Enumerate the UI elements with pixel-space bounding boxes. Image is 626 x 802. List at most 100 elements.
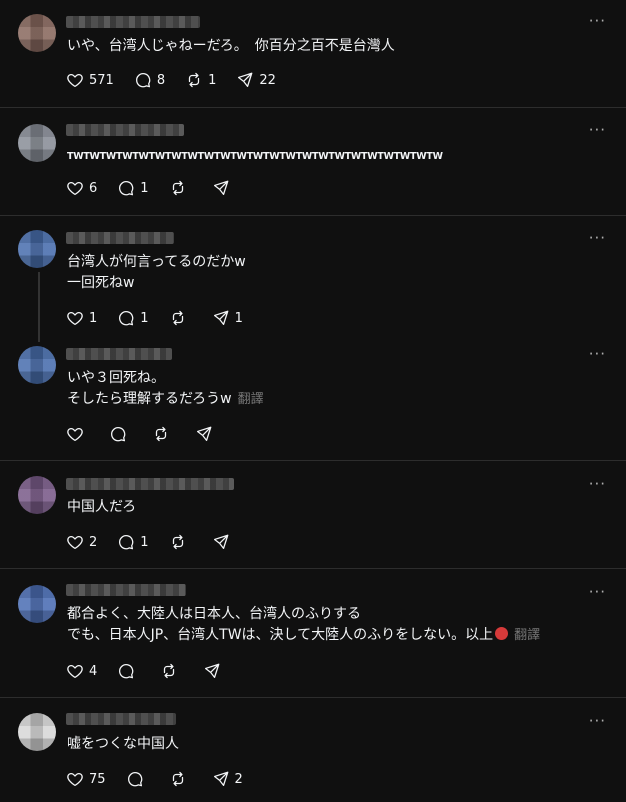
comment-button[interactable] xyxy=(109,425,132,443)
repost-button[interactable] xyxy=(160,662,183,680)
share-icon xyxy=(212,179,230,197)
repost-button[interactable]: 1 xyxy=(185,71,216,89)
username[interactable] xyxy=(66,232,174,244)
repost-icon xyxy=(169,770,187,788)
post-line: そしたら理解するだろうw xyxy=(67,391,232,407)
repost-button[interactable] xyxy=(169,309,192,327)
avatar[interactable] xyxy=(18,124,56,162)
username[interactable] xyxy=(66,124,184,136)
more-icon[interactable]: ··· xyxy=(589,347,606,362)
avatar[interactable] xyxy=(18,14,56,52)
action-bar: 4 xyxy=(66,661,246,681)
comment-icon xyxy=(117,533,135,551)
translate-link[interactable]: 翻譯 xyxy=(514,628,540,643)
repost-button[interactable] xyxy=(152,425,175,443)
comment-count: 1 xyxy=(140,310,149,326)
action-bar: 1 1 1 xyxy=(66,308,263,328)
like-button[interactable]: 1 xyxy=(66,309,97,327)
avatar[interactable] xyxy=(18,476,56,514)
thread-connector xyxy=(38,272,40,342)
comment-button[interactable]: 1 xyxy=(117,309,149,327)
post-text: 台湾人が何言ってるのだかw 一回死ねw xyxy=(67,252,246,294)
more-icon[interactable]: ··· xyxy=(589,231,606,246)
heart-icon xyxy=(66,179,84,197)
repost-icon xyxy=(152,425,170,443)
divider xyxy=(0,215,626,216)
username[interactable] xyxy=(66,348,172,360)
more-icon[interactable]: ··· xyxy=(589,123,606,138)
comment-icon xyxy=(134,71,152,89)
username[interactable] xyxy=(66,584,186,596)
heart-icon xyxy=(66,770,84,788)
comment-button[interactable]: 1 xyxy=(117,179,149,197)
share-button[interactable] xyxy=(195,425,218,443)
share-button[interactable]: 1 xyxy=(212,309,243,327)
more-icon[interactable]: ··· xyxy=(589,585,606,600)
avatar[interactable] xyxy=(18,713,56,751)
comment-count: 1 xyxy=(140,534,149,550)
comment-button[interactable] xyxy=(126,770,149,788)
like-count: 6 xyxy=(89,180,98,196)
translate-link[interactable]: 翻譯 xyxy=(238,392,264,407)
like-button[interactable]: 2 xyxy=(66,533,97,551)
heart-icon xyxy=(66,309,84,327)
comment-icon xyxy=(109,425,127,443)
like-count: 4 xyxy=(89,663,98,679)
avatar[interactable] xyxy=(18,346,56,384)
repost-icon xyxy=(169,533,187,551)
heart-icon xyxy=(66,533,84,551)
share-count: 1 xyxy=(234,310,243,326)
like-button[interactable]: 6 xyxy=(66,179,97,197)
repost-icon xyxy=(169,309,187,327)
post-text: いや３回死ね。 そしたら理解するだろうw 翻譯 xyxy=(67,368,264,410)
share-button[interactable] xyxy=(212,179,235,197)
action-bar xyxy=(66,424,238,444)
repost-icon xyxy=(185,71,203,89)
avatar[interactable] xyxy=(18,585,56,623)
like-button[interactable]: 571 xyxy=(66,71,114,89)
post-text: いや、台湾人じゃねーだろ。 你百分之百不是台灣人 xyxy=(67,36,395,57)
share-icon xyxy=(212,770,230,788)
like-count: 571 xyxy=(89,72,114,88)
share-icon xyxy=(212,533,230,551)
comment-button[interactable]: 8 xyxy=(134,71,165,89)
more-icon[interactable]: ··· xyxy=(589,14,606,29)
like-button[interactable]: 75 xyxy=(66,770,106,788)
more-icon[interactable]: ··· xyxy=(589,714,606,729)
post-line: いや、台湾人じゃねーだろ。 你百分之百不是台灣人 xyxy=(67,38,395,54)
heart-icon xyxy=(66,425,84,443)
share-count: 22 xyxy=(259,72,276,88)
more-icon[interactable]: ··· xyxy=(589,477,606,492)
avatar[interactable] xyxy=(18,230,56,268)
action-bar: 2 1 xyxy=(66,532,255,552)
repost-button[interactable] xyxy=(169,770,192,788)
repost-button[interactable] xyxy=(169,179,192,197)
username[interactable] xyxy=(66,16,200,28)
username[interactable] xyxy=(66,478,234,490)
like-button[interactable]: 4 xyxy=(66,662,97,680)
like-count: 2 xyxy=(89,534,98,550)
share-button[interactable] xyxy=(203,662,226,680)
divider xyxy=(0,568,626,569)
share-icon xyxy=(236,71,254,89)
share-button[interactable]: 22 xyxy=(236,71,276,89)
repost-icon xyxy=(169,179,187,197)
post-line: 都合よく、大陸人は日本人、台湾人のふりする xyxy=(67,606,361,622)
action-bar: 571 8 1 22 xyxy=(66,70,296,90)
post-line: 一回死ねw xyxy=(67,275,135,291)
like-button[interactable] xyxy=(66,425,89,443)
comment-icon xyxy=(117,309,135,327)
comment-count: 1 xyxy=(140,180,149,196)
post-line: いや３回死ね。 xyxy=(67,370,165,386)
post-text: 中国人だろ xyxy=(67,497,136,518)
divider xyxy=(0,460,626,461)
share-button[interactable] xyxy=(212,533,235,551)
share-icon xyxy=(212,309,230,327)
repost-button[interactable] xyxy=(169,533,192,551)
divider xyxy=(0,107,626,108)
share-button[interactable]: 2 xyxy=(212,770,243,788)
comment-button[interactable]: 1 xyxy=(117,533,149,551)
comment-button[interactable] xyxy=(117,662,140,680)
username[interactable] xyxy=(66,713,176,725)
post-line: 嘘をつくな中国人 xyxy=(67,736,179,752)
